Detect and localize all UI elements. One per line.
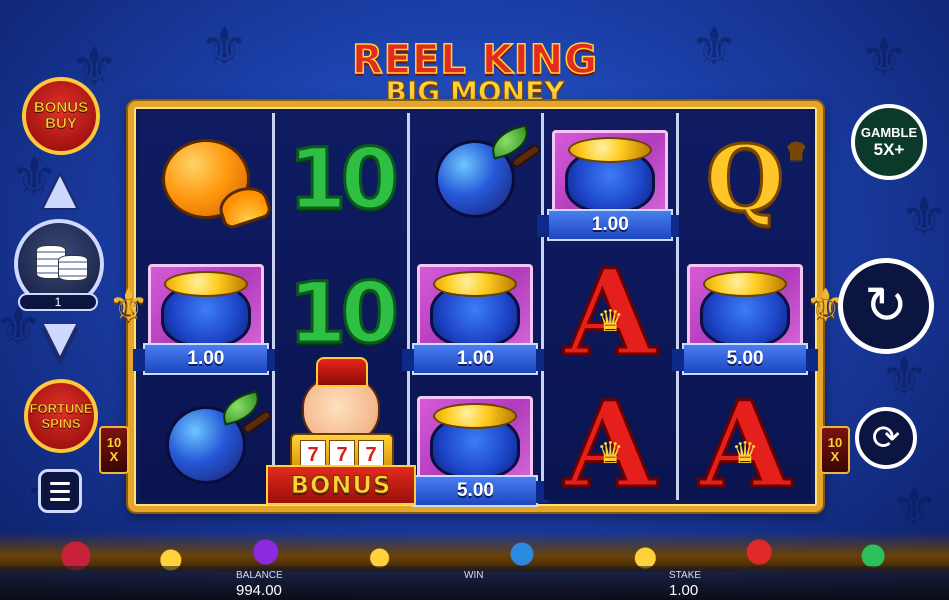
reel-cell: Q ♛: [679, 113, 811, 244]
gold-coins-icon: [568, 136, 653, 163]
fleur-de-lis-ornament-icon: ⚜: [108, 278, 150, 332]
gold-coins-icon: [703, 270, 788, 297]
queen-symbol: Q ♛: [704, 124, 807, 233]
reel-4: 1.00 A ♛ A ♛: [537, 113, 684, 505]
pot-value: 1.00: [132, 342, 279, 375]
reel-1: 1.00: [132, 113, 279, 500]
king-bonus-symbol: 7 7 7 BONUS: [262, 355, 422, 525]
bonus-ribbon: BONUS: [266, 465, 416, 505]
hamburger-menu-icon: [50, 489, 70, 493]
ten-symbol: 10: [287, 128, 401, 229]
side-multiplier-left: 10 X: [99, 426, 129, 474]
fleur-de-lis-icon: ⚜: [900, 185, 949, 248]
bet-decrease-arrow-icon[interactable]: [41, 324, 79, 366]
hamburger-menu-icon: [50, 497, 70, 501]
money-pot-symbol: 1.00: [537, 129, 684, 241]
reel-grid: 1.00 10 10 1.00 5.00 1.00 A ♛ A ♛ Q ♛ 5.…: [132, 113, 819, 507]
stake-label: STAKE: [669, 570, 702, 581]
reel-3: 1.00 5.00: [402, 113, 549, 507]
gamble-button[interactable]: GAMBLE 5X+: [851, 104, 927, 180]
gold-coins-icon: [433, 270, 518, 297]
reel-cell: A ♛: [679, 379, 811, 510]
bet-increase-arrow-icon[interactable]: [41, 172, 79, 210]
reel-cell: 10: [275, 113, 407, 244]
reel-frame: 1.00 10 10 1.00 5.00 1.00 A ♛ A ♛ Q ♛ 5.…: [128, 101, 823, 512]
balance-label: BALANCE: [236, 570, 283, 581]
ace-symbol: A ♛: [563, 384, 658, 505]
gold-coins-icon: [163, 270, 248, 297]
king-crown-icon: [316, 357, 368, 387]
coin-stack-icon: [58, 255, 88, 281]
fleur-de-lis-icon: ⚜: [200, 15, 249, 78]
reel-cell: 1.00: [132, 247, 279, 378]
spin-arrow-icon: ↻: [864, 276, 908, 336]
reel-cell: 1.00: [402, 247, 549, 378]
fleur-de-lis-icon: ⚜: [880, 345, 929, 408]
reel-cell: 5.00: [672, 247, 819, 378]
pot-value: 1.00: [402, 342, 549, 375]
crown-icon: ♛: [596, 303, 624, 339]
reel-cell: A ♛: [544, 247, 676, 378]
side-multiplier-right: 10 X: [820, 426, 850, 474]
fleur-de-lis-icon: ⚜: [890, 475, 939, 538]
game-logo: REEL KING BIG MONEY: [330, 37, 620, 106]
reel-cell: [140, 113, 272, 244]
plum-symbol-icon: [435, 123, 543, 218]
reel-cell: [410, 113, 543, 244]
fleur-de-lis-icon: ⚜: [860, 25, 909, 88]
gamble-label: GAMBLE: [860, 125, 918, 140]
autoplay-icon: ⟳: [871, 418, 901, 458]
fortune-spins-button[interactable]: FORTUNE SPINS: [24, 379, 98, 453]
gold-coins-icon: [433, 402, 518, 429]
fleur-de-lis-icon: ⚜: [690, 15, 739, 78]
pot-value: 5.00: [402, 474, 549, 507]
stake-value: 1.00: [669, 582, 699, 599]
autoplay-button[interactable]: ⟳: [855, 407, 917, 469]
crown-icon: ♛: [731, 435, 759, 471]
reel-cell: 1.00: [537, 113, 684, 244]
money-pot-symbol: 1.00: [402, 263, 549, 375]
spin-button[interactable]: ↻: [838, 258, 934, 354]
reel-cell: A ♛: [544, 379, 676, 510]
win-display: WIN: [464, 570, 483, 582]
crown-icon: ♛: [785, 138, 808, 166]
balance-display: BALANCE 994.00: [236, 570, 283, 600]
ace-symbol: A ♛: [563, 252, 658, 373]
stake-display: STAKE 1.00: [669, 570, 701, 600]
reel-cell: 5.00: [402, 379, 549, 510]
menu-button[interactable]: [38, 469, 82, 513]
multiplier-suffix: X: [109, 449, 119, 464]
multiplier-suffix: X: [830, 449, 840, 464]
multiplier-value: 10: [106, 435, 122, 450]
bonus-buy-button[interactable]: BONUS BUY: [22, 77, 100, 155]
reel-cell: [140, 379, 273, 510]
win-label: WIN: [464, 570, 484, 581]
gamble-multiplier: 5X+: [873, 140, 905, 159]
pot-value: 5.00: [672, 342, 819, 375]
money-pot-symbol: 5.00: [672, 263, 819, 375]
money-pot-symbol: 1.00: [132, 263, 279, 375]
multiplier-value: 10: [827, 435, 843, 450]
ace-symbol: A ♛: [698, 384, 793, 505]
orange-symbol-icon: [161, 138, 250, 219]
queen-letter: Q: [704, 124, 785, 233]
hamburger-menu-icon: [50, 481, 70, 485]
crown-icon: ♛: [596, 435, 624, 471]
balance-value: 994.00: [236, 582, 282, 599]
reel-5: Q ♛ 5.00 A ♛: [672, 113, 819, 505]
pot-value: 1.00: [537, 208, 684, 241]
bet-level-display: 1: [18, 293, 98, 311]
plum-symbol-icon: [165, 389, 273, 484]
money-pot-symbol: 5.00: [402, 395, 549, 507]
ten-symbol: 10: [287, 262, 401, 363]
